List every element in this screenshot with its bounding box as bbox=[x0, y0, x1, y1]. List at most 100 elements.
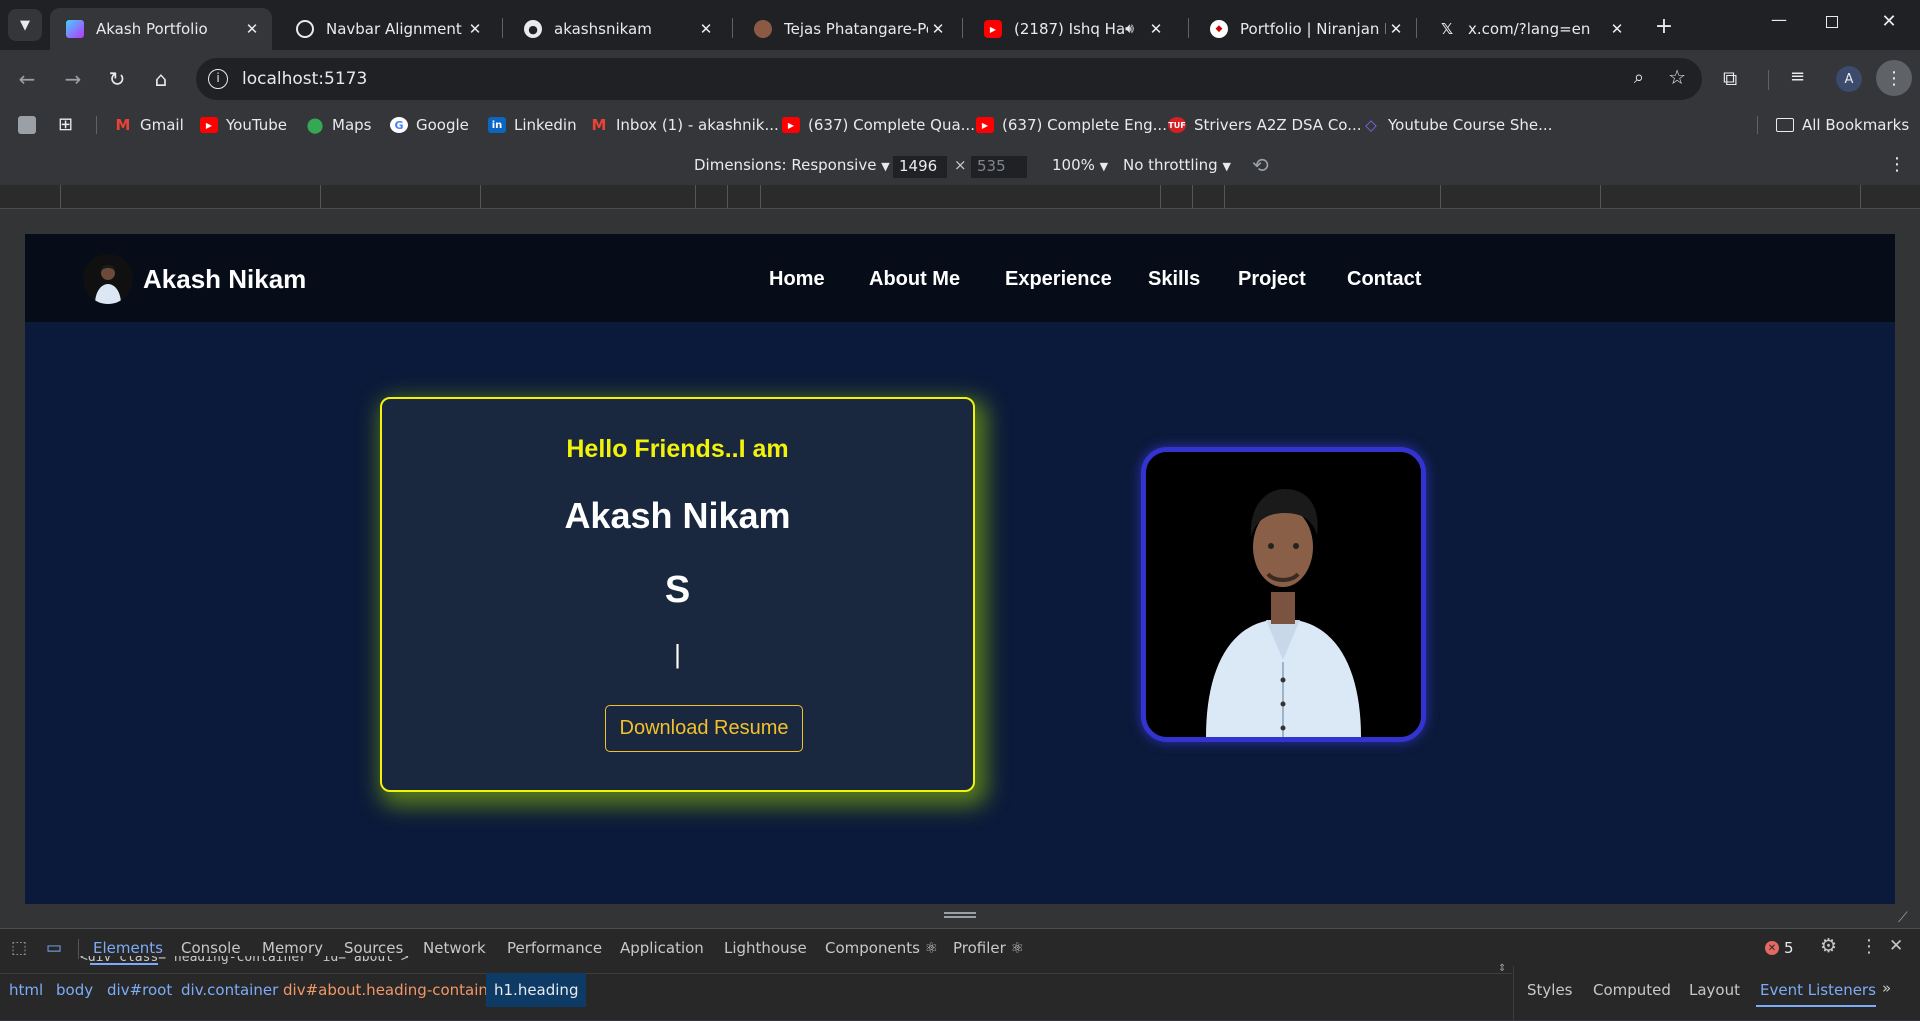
bookmark-inbox[interactable]: M Inbox (1) - akashnik... bbox=[590, 114, 779, 136]
bookmark-youtube-course[interactable]: ◇ Youtube Course She... bbox=[1362, 114, 1552, 136]
tab-title: Navbar Alignment CS bbox=[326, 20, 465, 38]
restore-button[interactable] bbox=[1822, 14, 1844, 36]
tab-styles[interactable]: Styles bbox=[1527, 981, 1573, 999]
breadcrumb-container[interactable]: div.container bbox=[181, 981, 278, 999]
close-icon[interactable]: ✕ bbox=[928, 20, 948, 38]
nav-contact[interactable]: Contact bbox=[1347, 268, 1421, 291]
home-button[interactable]: ⌂ bbox=[144, 62, 178, 96]
more-vertical-icon[interactable]: ⋮ bbox=[1888, 154, 1906, 175]
throttling-select[interactable]: No throttling ▼ bbox=[1123, 156, 1231, 174]
device-toggle-icon[interactable]: ▭ bbox=[46, 938, 62, 958]
tab-event-listeners[interactable]: Event Listeners bbox=[1760, 981, 1876, 999]
close-icon[interactable]: ✕ bbox=[1146, 20, 1166, 38]
close-icon[interactable]: ✕ bbox=[1386, 20, 1406, 38]
window-close-button[interactable]: ✕ bbox=[1876, 11, 1902, 41]
tab-performance[interactable]: Performance bbox=[507, 939, 602, 957]
tab-tejas[interactable]: Tejas Phatangare-Por ✕ bbox=[738, 8, 958, 50]
tab-akashsnikam[interactable]: ● akashsnikam ✕ bbox=[508, 8, 726, 50]
close-devtools-icon[interactable]: ✕ bbox=[1889, 936, 1903, 956]
bookmark-maps[interactable]: ⬤ Maps bbox=[306, 114, 372, 136]
tab-elements[interactable]: Elements bbox=[93, 939, 163, 957]
forward-button[interactable]: → bbox=[56, 62, 90, 96]
tab-niranjan[interactable]: ◆ Portfolio | Niranjan P ✕ bbox=[1194, 8, 1416, 50]
brand-name[interactable]: Akash Nikam bbox=[143, 264, 306, 295]
zoom-icon[interactable]: ⌕ bbox=[1634, 67, 1644, 88]
bookmark-gmail[interactable]: M Gmail bbox=[114, 114, 184, 136]
bookmark-label: Youtube Course She... bbox=[1388, 116, 1553, 134]
tab-network[interactable]: Network bbox=[423, 939, 486, 957]
zoom-select[interactable]: 100% ▼ bbox=[1052, 156, 1108, 174]
rotate-icon[interactable]: ⟲ bbox=[1252, 153, 1269, 177]
breadcrumb-html[interactable]: html bbox=[9, 981, 43, 999]
settings-gear-icon[interactable]: ⚙ bbox=[1820, 935, 1837, 957]
tab-layout[interactable]: Layout bbox=[1689, 981, 1740, 999]
bookmark-complete-eng[interactable]: ▶ (637) Complete Eng... bbox=[976, 114, 1167, 136]
media-control-icon[interactable]: ≡ bbox=[1790, 66, 1805, 87]
tab-akash-portfolio[interactable]: Akash Portfolio ✕ bbox=[50, 8, 272, 50]
tab-components[interactable]: Components ⚛ bbox=[825, 939, 938, 957]
close-icon[interactable]: ✕ bbox=[1607, 20, 1627, 38]
error-badge[interactable]: ✕ 5 bbox=[1765, 939, 1794, 957]
portfolio-page: Akash Nikam Home About Me Experience Ski… bbox=[25, 234, 1895, 904]
tab-lighthouse[interactable]: Lighthouse bbox=[724, 939, 807, 957]
breadcrumb-root[interactable]: div#root bbox=[107, 981, 172, 999]
tab-search-button[interactable]: ▼ bbox=[8, 9, 42, 41]
nav-home[interactable]: Home bbox=[769, 268, 825, 291]
breadcrumb-h1-heading[interactable]: h1.heading bbox=[486, 973, 587, 1007]
viewport-width-input[interactable]: 1496 bbox=[893, 156, 947, 178]
dimensions-select[interactable]: Dimensions: Responsive ▼ bbox=[694, 156, 890, 174]
tab-youtube-ishq[interactable]: ▶ (2187) Ishq Hai x 🔊︎ ✕ bbox=[968, 8, 1176, 50]
nav-experience[interactable]: Experience bbox=[1005, 268, 1112, 291]
inspect-element-icon[interactable]: ⬚ bbox=[11, 938, 27, 958]
tab-divider bbox=[1188, 18, 1189, 38]
caret-down-icon: ▼ bbox=[1222, 160, 1231, 173]
nav-about-me[interactable]: About Me bbox=[869, 268, 960, 291]
reload-button[interactable]: ↻ bbox=[100, 62, 134, 96]
download-resume-button[interactable]: Download Resume bbox=[605, 705, 803, 752]
bookmark-linkedin[interactable]: in Linkedin bbox=[488, 114, 577, 136]
error-count: 5 bbox=[1784, 939, 1794, 957]
site-info-icon[interactable]: i bbox=[208, 69, 228, 89]
extensions-icon[interactable]: ⧉ bbox=[1723, 66, 1737, 90]
more-vertical-icon[interactable]: ⋮ bbox=[1860, 936, 1878, 957]
tab-x[interactable]: 𝕏 x.com/?lang=en ✕ bbox=[1422, 8, 1637, 50]
minimize-button[interactable]: — bbox=[1766, 10, 1792, 40]
tab-profiler[interactable]: Profiler ⚛ bbox=[953, 939, 1024, 957]
chevron-right-icon[interactable]: » bbox=[1882, 979, 1891, 997]
bookmark-youtube[interactable]: ▶ YouTube bbox=[200, 114, 287, 136]
viewport-resize-handle[interactable]: ⟋ bbox=[0, 904, 1920, 930]
breadcrumb-heading-container[interactable]: div#about.heading-container bbox=[283, 981, 503, 999]
close-icon[interactable]: ✕ bbox=[242, 20, 262, 38]
bookmark-label: Maps bbox=[332, 116, 372, 134]
nav-project[interactable]: Project bbox=[1238, 268, 1306, 291]
brand-avatar[interactable] bbox=[83, 254, 133, 304]
viewport-height-input[interactable]: 535 bbox=[971, 156, 1027, 178]
bookmark-strivers[interactable]: TUF Strivers A2Z DSA Co... bbox=[1168, 114, 1362, 136]
bookmark-complete-qua[interactable]: ▶ (637) Complete Qua... bbox=[782, 114, 975, 136]
tab-sources[interactable]: Sources bbox=[344, 939, 403, 957]
breadcrumb-body[interactable]: body bbox=[56, 981, 93, 999]
back-button[interactable]: ← bbox=[10, 62, 44, 96]
youtube-icon: ▶ bbox=[976, 117, 994, 133]
all-bookmarks[interactable]: All Bookmarks bbox=[1776, 114, 1909, 136]
tab-console[interactable]: Console bbox=[181, 939, 241, 957]
speaker-icon[interactable]: 🔊︎ bbox=[1125, 21, 1134, 37]
apps-grid-icon[interactable]: ⊞ bbox=[58, 114, 73, 135]
tab-navbar-alignment[interactable]: Navbar Alignment CS ✕ bbox=[280, 8, 495, 50]
profile-photo bbox=[1141, 447, 1426, 742]
close-icon[interactable]: ✕ bbox=[465, 20, 485, 38]
typing-cursor: | bbox=[674, 639, 681, 669]
menu-button[interactable]: ⋮ bbox=[1876, 60, 1912, 96]
new-tab-button[interactable]: + bbox=[1650, 12, 1678, 40]
star-icon[interactable]: ☆ bbox=[1668, 65, 1686, 89]
bookmark-google[interactable]: G Google bbox=[390, 114, 469, 136]
close-icon[interactable]: ✕ bbox=[696, 20, 716, 38]
tab-computed[interactable]: Computed bbox=[1593, 981, 1671, 999]
tab-memory[interactable]: Memory bbox=[262, 939, 323, 957]
tab-application[interactable]: Application bbox=[620, 939, 704, 957]
address-bar[interactable]: i localhost:5173 ⌕ ☆ bbox=[196, 58, 1702, 100]
profile-avatar[interactable]: A bbox=[1836, 66, 1862, 92]
tab-groups-icon[interactable] bbox=[18, 116, 36, 134]
nav-skills[interactable]: Skills bbox=[1148, 268, 1200, 291]
bookmarks-divider bbox=[1757, 116, 1758, 134]
